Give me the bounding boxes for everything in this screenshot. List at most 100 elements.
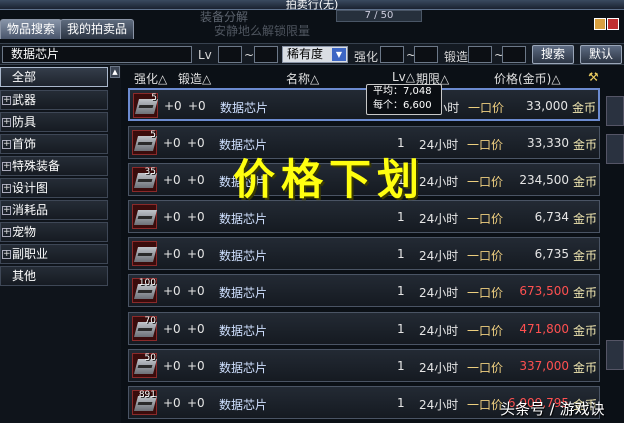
sidebar-item-special-equipment[interactable]: + 特殊装备 xyxy=(0,156,108,176)
item-icon: 5 xyxy=(132,130,158,155)
item-price: 471,800 xyxy=(519,322,569,336)
price-type: 一口价 xyxy=(467,286,504,300)
price-unit: 金币 xyxy=(571,101,596,115)
expand-icon[interactable]: + xyxy=(2,118,11,127)
item-period: 24小时 xyxy=(419,324,459,338)
table-row[interactable]: +0 +0 数据芯片 1 24小时 一口价 6,735 金币 xyxy=(128,237,600,270)
item-price: 6,734 xyxy=(534,210,569,224)
enhance-min-input[interactable] xyxy=(380,46,404,63)
table-header: 强化△ 锻造△ 名称△ Lv△ 期限△ 价格(金币)△ ⚒ xyxy=(128,68,604,87)
column-name[interactable]: 名称△ xyxy=(286,70,319,87)
item-icon: 5 xyxy=(133,93,159,118)
search-bar: 数据芯片 Lv ~ 稀有度 ▼ 强化 ~ 锻造 ~ 搜索 默认 xyxy=(0,43,624,65)
expand-icon[interactable]: + xyxy=(2,206,11,215)
sidebar-item-pets[interactable]: + 宠物 xyxy=(0,222,108,242)
item-period: 24小时 xyxy=(419,286,459,300)
expand-icon[interactable]: + xyxy=(2,228,11,237)
expand-icon[interactable]: + xyxy=(2,250,11,259)
sidebar-item-blueprints[interactable]: + 设计图 xyxy=(0,178,108,198)
forge-value: +0 xyxy=(188,99,206,113)
sidebar-item-sub-profession[interactable]: + 副职业 xyxy=(0,244,108,264)
sidebar-item-weapons[interactable]: + 武器 xyxy=(0,90,108,110)
column-lv[interactable]: Lv△ xyxy=(392,70,415,84)
close-icon[interactable] xyxy=(607,18,619,30)
price-unit: 金币 xyxy=(572,361,597,375)
item-price: 6,735 xyxy=(534,247,569,261)
search-button[interactable]: 搜索 xyxy=(532,45,574,64)
sidebar-item-consumables[interactable]: + 消耗品 xyxy=(0,200,108,220)
price-unit: 金币 xyxy=(572,175,597,189)
item-name: 数据芯片 xyxy=(219,324,268,338)
sidebar-item-all[interactable]: 全部 xyxy=(0,67,108,87)
rarity-selected: 稀有度 xyxy=(287,47,324,61)
price-type: 一口价 xyxy=(467,175,504,189)
chevron-down-icon[interactable]: ▼ xyxy=(332,48,346,61)
item-price: 673,500 xyxy=(519,284,569,298)
sidebar-item-armor[interactable]: + 防具 xyxy=(0,112,108,132)
table-row[interactable]: 50 +0 +0 数据芯片 1 24小时 一口价 337,000 金币 xyxy=(128,349,600,382)
item-name: 数据芯片 xyxy=(219,249,268,263)
sidebar-item-label: 首饰 xyxy=(12,137,37,151)
save-icon[interactable] xyxy=(594,18,606,30)
scroll-up-icon[interactable]: ▲ xyxy=(110,66,120,78)
item-level: 1 xyxy=(397,284,405,298)
item-level: 1 xyxy=(397,247,405,261)
sidebar-item-other[interactable]: 其他 xyxy=(0,266,108,286)
table-row[interactable]: 100 +0 +0 数据芯片 1 24小时 一口价 673,500 金币 xyxy=(128,274,600,307)
item-quantity: 70 xyxy=(144,316,156,326)
chip-icon xyxy=(133,210,158,225)
hud-tile[interactable] xyxy=(606,96,624,126)
enhance-value: +0 xyxy=(163,173,181,187)
item-name: 数据芯片 xyxy=(220,101,269,115)
column-price[interactable]: 价格(金币)△ xyxy=(494,70,561,87)
enhance-max-input[interactable] xyxy=(414,46,438,63)
enhance-value: +0 xyxy=(163,284,181,298)
item-price: 33,000 xyxy=(526,99,568,113)
chip-icon xyxy=(133,247,158,262)
table-row[interactable]: 70 +0 +0 数据芯片 1 24小时 一口价 471,800 金币 xyxy=(128,312,600,345)
forge-min-input[interactable] xyxy=(468,46,492,63)
sidebar-item-accessories[interactable]: + 首饰 xyxy=(0,134,108,154)
sort-hammer-icon[interactable]: ⚒ xyxy=(588,70,599,84)
item-price: 33,330 xyxy=(527,136,569,150)
expand-icon[interactable]: + xyxy=(2,140,11,149)
search-input[interactable]: 数据芯片 xyxy=(2,46,192,63)
lv-min-input[interactable] xyxy=(218,46,242,63)
item-icon: 891 xyxy=(132,390,158,415)
column-enhance[interactable]: 强化△ xyxy=(134,70,167,87)
expand-icon[interactable]: + xyxy=(2,184,11,193)
price-type: 一口价 xyxy=(468,101,505,115)
window-title: 拍卖行(无) xyxy=(285,0,339,11)
overlay-caption: 价格下划 xyxy=(233,155,426,204)
expand-icon[interactable]: + xyxy=(2,96,11,105)
price-type: 一口价 xyxy=(467,212,504,226)
lv-max-input[interactable] xyxy=(254,46,278,63)
price-type: 一口价 xyxy=(467,398,504,412)
tab-my-auctions[interactable]: 我的拍卖品 xyxy=(60,19,135,39)
item-icon xyxy=(132,241,158,266)
item-price: 234,500 xyxy=(519,173,569,187)
right-hud xyxy=(606,90,624,423)
rarity-select[interactable]: 稀有度 ▼ xyxy=(282,46,348,63)
sidebar-item-label: 设计图 xyxy=(12,181,49,195)
sidebar-item-label: 消耗品 xyxy=(12,203,49,217)
price-unit: 金币 xyxy=(572,212,597,226)
forge-max-input[interactable] xyxy=(502,46,526,63)
window-controls xyxy=(594,18,620,32)
enhance-value: +0 xyxy=(163,247,181,261)
hud-tile[interactable] xyxy=(606,340,624,370)
column-forge[interactable]: 锻造△ xyxy=(178,70,211,87)
window-titlebar: 拍卖行(无) xyxy=(0,0,624,11)
forge-label: 锻造 xyxy=(444,50,469,64)
hud-tile[interactable] xyxy=(606,134,624,164)
tab-item-search[interactable]: 物品搜索 xyxy=(0,19,63,39)
expand-icon[interactable]: + xyxy=(2,162,11,171)
enhance-value: +0 xyxy=(163,359,181,373)
sidebar-item-label: 其他 xyxy=(12,269,37,283)
price-type: 一口价 xyxy=(467,249,504,263)
table-row[interactable]: 5+0+0数据芯片124小时一口价33,000金币 xyxy=(128,88,600,121)
item-period: 24小时 xyxy=(419,249,459,263)
enhance-value: +0 xyxy=(163,322,181,336)
default-button[interactable]: 默认 xyxy=(580,45,622,64)
tooltip-average: 平均：7,048 xyxy=(373,86,432,97)
